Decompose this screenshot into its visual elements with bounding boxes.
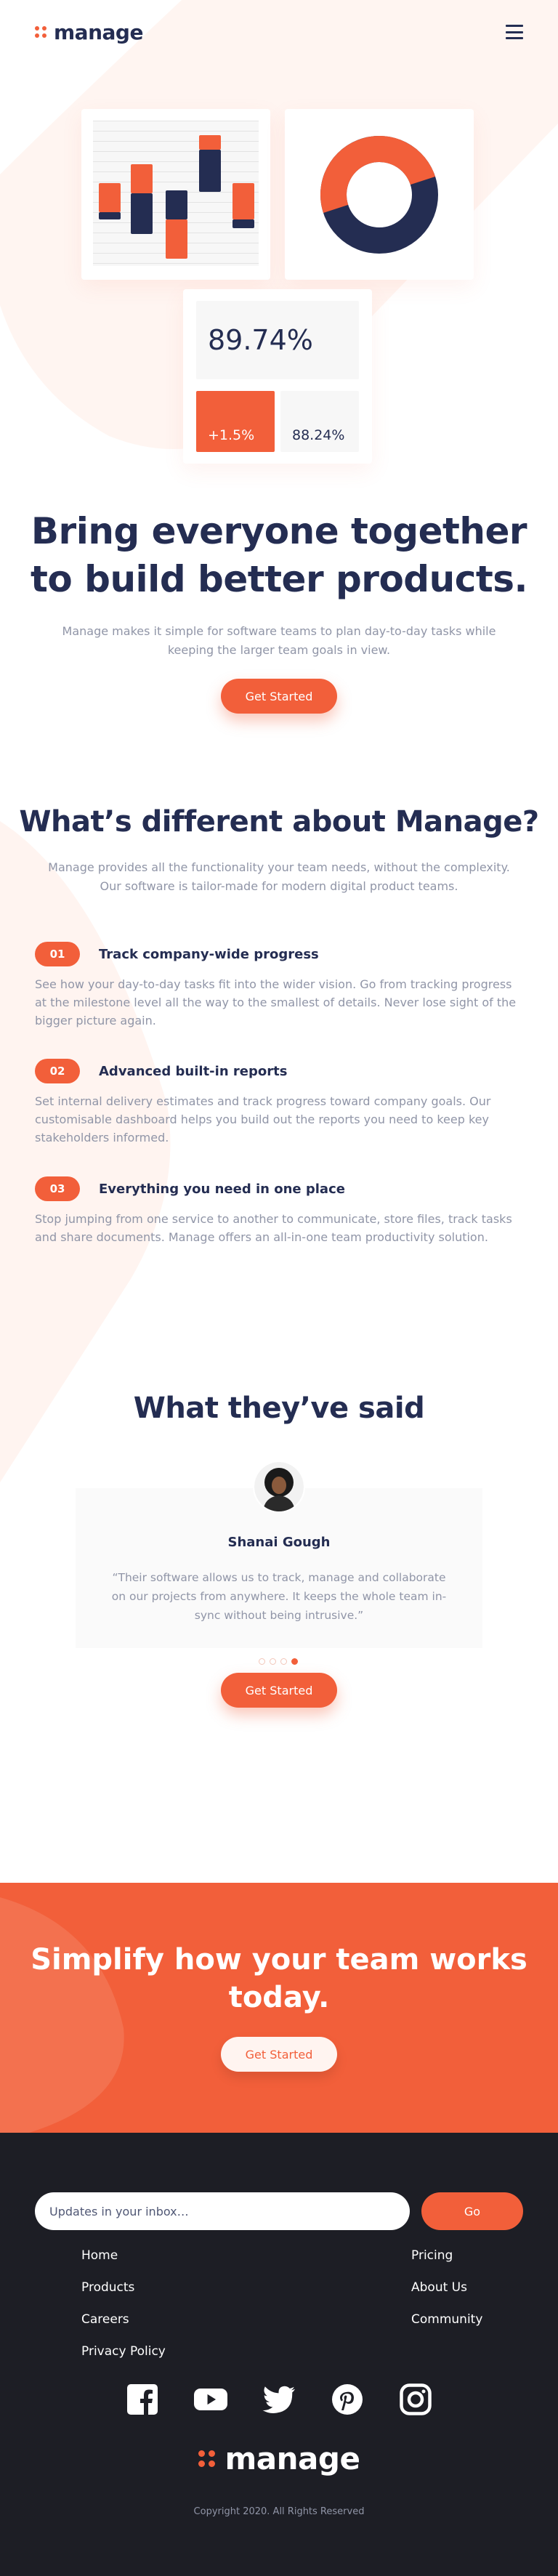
footer-link-privacy[interactable]: Privacy Policy bbox=[81, 2345, 166, 2358]
youtube-icon[interactable] bbox=[194, 2383, 227, 2416]
hero-illustration: 89.74% +1.5% 88.24% bbox=[81, 109, 477, 472]
go-button[interactable]: Go bbox=[421, 2192, 523, 2230]
testimonial-name: Shanai Gough bbox=[227, 1535, 331, 1550]
feature-title: Track company-wide progress bbox=[99, 946, 319, 962]
twitter-icon[interactable] bbox=[262, 2383, 296, 2416]
social-links bbox=[0, 2383, 558, 2416]
logo-dots-icon bbox=[198, 2450, 215, 2467]
testimonials-title: What they’ve said bbox=[133, 1392, 425, 1425]
site-header: manage bbox=[35, 17, 523, 47]
newsletter-input[interactable] bbox=[35, 2192, 410, 2230]
footer-link-community[interactable]: Community bbox=[411, 2313, 482, 2326]
footer-links-right: Pricing About Us Community bbox=[411, 2249, 482, 2326]
feature-number: 01 bbox=[35, 942, 80, 966]
features-intro: Manage provides all the functionality yo… bbox=[48, 860, 510, 893]
stat-big: 89.74% bbox=[196, 301, 359, 379]
facebook-icon[interactable] bbox=[126, 2383, 159, 2416]
pinterest-icon[interactable] bbox=[331, 2383, 364, 2416]
feature-text: Set internal delivery estimates and trac… bbox=[35, 1094, 491, 1144]
stat-change: +1.5% bbox=[196, 391, 275, 452]
feature-item: 03 Everything you need in one place Stop… bbox=[35, 1176, 523, 1246]
hero-title: Bring everyone together to build better … bbox=[31, 510, 527, 600]
site-footer: Go Home Products Careers Privacy Policy … bbox=[0, 2133, 558, 2576]
footer-link-home[interactable]: Home bbox=[81, 2249, 166, 2262]
feature-number: 02 bbox=[35, 1059, 80, 1083]
bar-chart-card bbox=[81, 109, 270, 280]
bar-chart-grid bbox=[93, 121, 259, 266]
instagram-icon[interactable] bbox=[399, 2383, 432, 2416]
chart-bar bbox=[131, 193, 153, 234]
carousel-dot[interactable] bbox=[259, 1658, 265, 1665]
footer-link-products[interactable]: Products bbox=[81, 2281, 166, 2294]
footer-logo-text: manage bbox=[225, 2441, 360, 2476]
features-title: What’s different about Manage? bbox=[19, 805, 539, 839]
carousel-dot[interactable] bbox=[280, 1658, 287, 1665]
get-started-button[interactable]: Get Started bbox=[221, 1673, 337, 1708]
copyright: Copyright 2020. All Rights Reserved bbox=[193, 2506, 365, 2517]
chart-bar bbox=[199, 135, 221, 150]
logo[interactable]: manage bbox=[35, 20, 143, 44]
stats-card: 89.74% +1.5% 88.24% bbox=[183, 289, 372, 464]
feature-number: 03 bbox=[35, 1176, 80, 1201]
feature-title: Advanced built-in reports bbox=[99, 1063, 288, 1079]
donut-chart bbox=[320, 136, 438, 254]
footer-link-about[interactable]: About Us bbox=[411, 2281, 482, 2294]
cta-band: Simplify how your team works today. Get … bbox=[0, 1883, 558, 2133]
page: manage 89.74% +1.5% 88.24% Bring everyon… bbox=[0, 0, 558, 2576]
get-started-button[interactable]: Get Started bbox=[221, 2037, 337, 2072]
logo-text: manage bbox=[54, 20, 143, 44]
carousel-dot-active[interactable] bbox=[291, 1658, 298, 1665]
donut-chart-card bbox=[285, 109, 474, 280]
carousel-dots bbox=[259, 1658, 298, 1665]
footer-link-careers[interactable]: Careers bbox=[81, 2313, 166, 2326]
chart-bar bbox=[166, 219, 187, 259]
chart-bar bbox=[166, 190, 187, 219]
cta-title: Simplify how your team works today. bbox=[31, 1943, 527, 2014]
stat-secondary: 88.24% bbox=[280, 391, 359, 452]
feature-text: Stop jumping from one service to another… bbox=[35, 1212, 512, 1244]
feature-text: See how your day-to-day tasks fit into t… bbox=[35, 977, 517, 1027]
chart-bar bbox=[232, 183, 254, 219]
footer-link-pricing[interactable]: Pricing bbox=[411, 2249, 482, 2262]
feature-item: 02 Advanced built-in reports Set interna… bbox=[35, 1059, 523, 1147]
chart-bar bbox=[99, 183, 121, 212]
logo-dots-icon bbox=[35, 26, 46, 38]
chart-bar bbox=[232, 219, 254, 228]
footer-links-left: Home Products Careers Privacy Policy bbox=[81, 2249, 166, 2358]
avatar bbox=[253, 1461, 305, 1513]
carousel-dot[interactable] bbox=[270, 1658, 276, 1665]
hamburger-icon[interactable] bbox=[506, 25, 523, 39]
testimonial-quote: “Their software allows us to track, mana… bbox=[111, 1571, 447, 1622]
footer-logo[interactable]: manage bbox=[0, 2441, 558, 2476]
feature-item: 01 Track company-wide progress See how y… bbox=[35, 942, 523, 1030]
testimonial-card: Shanai Gough “Their software allows us t… bbox=[76, 1461, 482, 1648]
chart-bar bbox=[99, 212, 121, 219]
hero-subtitle: Manage makes it simple for software team… bbox=[62, 624, 496, 657]
get-started-button[interactable]: Get Started bbox=[221, 679, 337, 714]
chart-bar bbox=[199, 150, 221, 192]
feature-title: Everything you need in one place bbox=[99, 1181, 345, 1197]
chart-bar bbox=[131, 164, 153, 193]
